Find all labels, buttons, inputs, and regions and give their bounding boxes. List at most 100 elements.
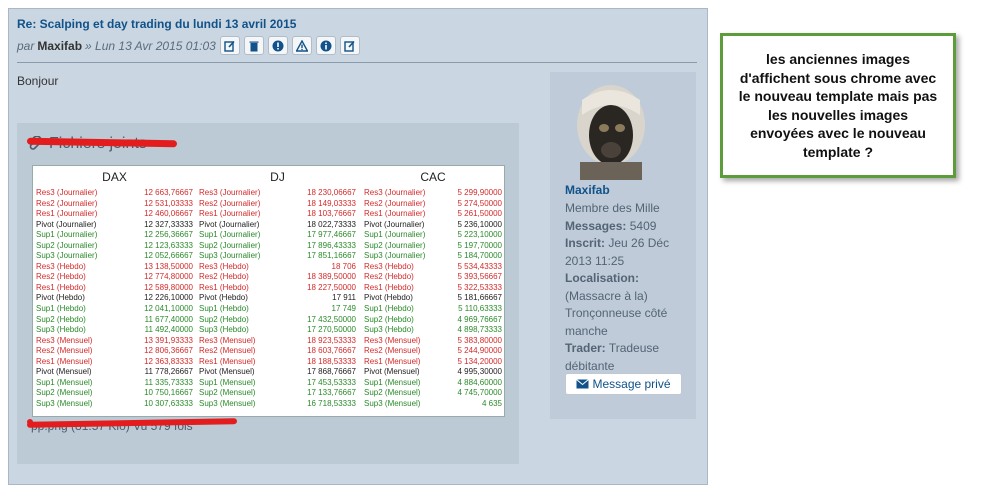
row-value: 5 134,20000 xyxy=(457,356,503,366)
row-value: 10 750,16667 xyxy=(144,388,193,398)
trash-icon xyxy=(249,41,259,51)
row-value: 13 138,50000 xyxy=(144,261,193,271)
row-label: Res2 (Journalier) xyxy=(199,198,261,208)
post-date: » Lun 13 Avr 2015 01:03 xyxy=(85,38,216,53)
table-row: Sup2 (Journalier) 12 123,63333 xyxy=(33,241,196,252)
table-row: Sup3 (Mensuel) 16 718,53333 xyxy=(196,399,359,410)
row-value: 5 383,80000 xyxy=(457,335,503,345)
profile-joined: Inscrit: Jeu 26 Déc 2013 11:25 xyxy=(565,235,690,270)
row-label: Res2 (Mensuel) xyxy=(36,346,93,356)
row-label: Pivot (Mensuel) xyxy=(36,367,92,377)
table-row: Sup3 (Hebdo) 17 270,50000 xyxy=(196,325,359,336)
row-label: Res3 (Journalier) xyxy=(199,188,261,197)
table-row: Res1 (Journalier) 5 261,50000 xyxy=(361,209,504,220)
quote-icon xyxy=(344,40,355,52)
row-value: 17 270,50000 xyxy=(307,325,356,335)
row-value: 11 677,40000 xyxy=(144,314,193,324)
attached-image[interactable]: DAX Res3 (Journalier) 12 663,76667 Res2 (J… xyxy=(32,165,505,417)
row-label: Sup2 (Hebdo) xyxy=(199,314,249,324)
table-row: Sup1 (Mensuel) 11 335,73333 xyxy=(33,378,196,389)
envelope-icon xyxy=(576,379,590,389)
table-row: Sup2 (Mensuel) 4 745,70000 xyxy=(361,388,504,399)
table-row: Sup2 (Journalier) 5 197,70000 xyxy=(361,240,504,252)
row-value: 18 923,53333 xyxy=(307,335,356,345)
row-label: Sup1 (Mensuel) xyxy=(199,377,256,387)
delete-button[interactable] xyxy=(243,36,264,55)
row-label: Sup2 (Journalier) xyxy=(364,240,426,250)
row-label: Sup1 (Journalier) xyxy=(364,230,426,240)
row-value: 10 307,63333 xyxy=(144,398,193,408)
post-author[interactable]: Maxifab xyxy=(37,39,82,53)
row-label: Sup2 (Hebdo) xyxy=(364,314,414,324)
column-dj: DJ Res3 (Journalier) 18 230,06667 Res2 (Jo… xyxy=(196,166,359,409)
profile-location: Localisation: (Massacre à la) Tronçonneus… xyxy=(565,270,690,340)
row-value: 5 322,53333 xyxy=(457,282,503,292)
messages-count[interactable]: 5409 xyxy=(630,219,657,233)
avatar[interactable] xyxy=(570,80,652,180)
row-label: Pivot (Hebdo) xyxy=(36,293,85,303)
row-value: 11 492,40000 xyxy=(144,325,193,335)
row-label: Sup2 (Journalier) xyxy=(36,240,98,250)
profile-trader: Trader: Tradeuse débitante xyxy=(565,340,690,375)
row-label: Pivot (Hebdo) xyxy=(199,293,248,303)
row-label: Res2 (Hebdo) xyxy=(36,272,86,282)
trader-label: Trader: xyxy=(565,341,606,355)
table-row: Res3 (Mensuel) 18 923,53333 xyxy=(196,336,359,347)
row-label: Sup1 (Hebdo) xyxy=(364,304,414,314)
table-row: Sup3 (Mensuel) 10 307,63333 xyxy=(33,399,196,410)
author-profile: Maxifab Membre des Mille Messages: 5409 … xyxy=(550,72,696,419)
table-row: Sup2 (Mensuel) 10 750,16667 xyxy=(33,388,196,399)
row-label: Res3 (Journalier) xyxy=(364,188,426,197)
row-label: Pivot (Journalier) xyxy=(199,219,260,229)
table-row: Pivot (Hebdo) 17 911 xyxy=(196,293,359,304)
row-label: Res1 (Mensuel) xyxy=(36,356,93,366)
row-value: 16 718,53333 xyxy=(307,398,356,408)
table-row: Res3 (Journalier) 5 299,90000 xyxy=(361,188,504,199)
row-label: Res3 (Hebdo) xyxy=(199,261,249,271)
table-row: Res3 (Journalier) 18 230,06667 xyxy=(196,188,359,199)
quote-button[interactable] xyxy=(339,36,360,55)
table-row: Sup1 (Hebdo) 5 110,63333 xyxy=(361,304,504,315)
row-value: 5 236,10000 xyxy=(457,219,503,229)
row-value: 12 327,33333 xyxy=(144,219,193,229)
table-row: Res1 (Mensuel) 18 188,53333 xyxy=(196,357,359,368)
annotation-note: les anciennes images d'affichent sous ch… xyxy=(720,33,956,178)
row-value: 12 806,36667 xyxy=(144,346,193,356)
info-button[interactable] xyxy=(315,36,336,55)
row-label: Res1 (Journalier) xyxy=(36,209,98,219)
row-value: 5 534,43333 xyxy=(457,261,503,271)
edit-button[interactable] xyxy=(219,36,240,55)
row-label: Sup3 (Mensuel) xyxy=(199,398,256,408)
profile-username[interactable]: Maxifab xyxy=(565,183,610,197)
forum-post: Re: Scalping et day trading du lundi 13 … xyxy=(8,8,708,485)
table-row: Res1 (Journalier) 18 103,76667 xyxy=(196,209,359,220)
report-button[interactable] xyxy=(267,36,288,55)
row-value: 18 230,06667 xyxy=(307,188,356,197)
column-header: DJ xyxy=(270,170,285,184)
info-icon xyxy=(320,40,332,51)
table-row: Sup2 (Journalier) 17 896,43333 xyxy=(196,241,359,252)
row-value: 12 226,10000 xyxy=(144,293,193,303)
row-value: 12 663,76667 xyxy=(144,188,193,197)
warn-button[interactable] xyxy=(291,36,312,55)
row-value: 12 589,80000 xyxy=(144,282,193,292)
row-value: 17 977,46667 xyxy=(307,230,356,240)
row-label: Res3 (Journalier) xyxy=(36,188,98,197)
row-value: 4 745,70000 xyxy=(457,388,503,398)
row-label: Res3 (Mensuel) xyxy=(199,335,256,345)
private-message-button[interactable]: Message privé xyxy=(565,373,682,395)
post-title[interactable]: Re: Scalping et day trading du lundi 13 … xyxy=(17,17,296,31)
row-label: Pivot (Journalier) xyxy=(36,219,97,229)
row-label: Sup1 (Hebdo) xyxy=(36,304,86,314)
row-label: Res2 (Mensuel) xyxy=(364,346,421,356)
table-row: Sup1 (Mensuel) 4 884,60000 xyxy=(361,378,504,389)
table-row: Res1 (Hebdo) 18 227,50000 xyxy=(196,283,359,294)
row-label: Res2 (Journalier) xyxy=(36,198,98,208)
row-value: 18 706 xyxy=(331,261,356,271)
row-value: 4 969,76667 xyxy=(457,314,503,324)
by-prefix: par xyxy=(17,38,35,53)
row-label: Res3 (Hebdo) xyxy=(364,261,414,271)
row-label: Pivot (Hebdo) xyxy=(364,293,413,303)
table-row: Res2 (Hebdo) 18 389,50000 xyxy=(196,272,359,283)
table-row: Res3 (Mensuel) 13 391,93333 xyxy=(33,336,196,347)
